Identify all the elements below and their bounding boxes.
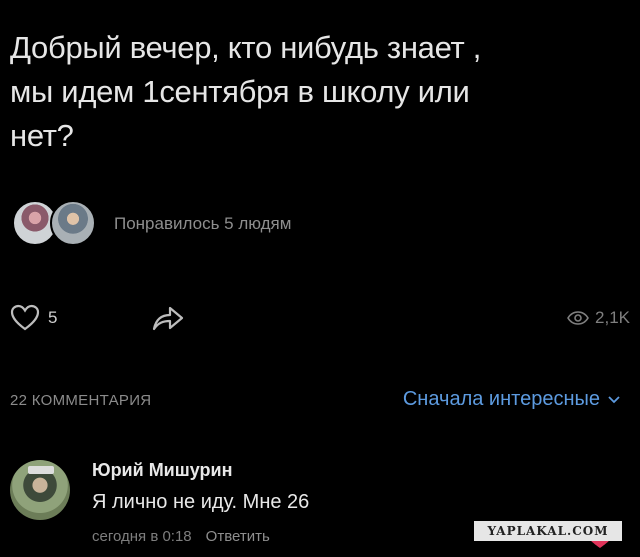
post-actions: 5 2,1K [10, 300, 630, 336]
share-icon [152, 306, 184, 331]
post-text: Добрый вечер, кто нибудь знает , мы идем… [10, 26, 610, 158]
post-text-line: мы идем 1сентября в школу или [10, 74, 470, 109]
share-button[interactable] [150, 300, 186, 336]
comments-header: 22 КОММЕНТАРИЯ Сначала интересные [10, 388, 630, 416]
comment-timestamp: сегодня в 0:18 [92, 528, 192, 545]
post-text-line: нет? [10, 118, 74, 153]
views-count: 2,1K [595, 308, 630, 327]
like-count: 5 [48, 308, 58, 327]
reply-button[interactable]: Ответить [206, 528, 270, 545]
sort-dropdown[interactable]: Сначала интересные [403, 388, 620, 411]
likes-summary-row[interactable]: Понравилось 5 людям [10, 200, 291, 248]
comments-count: 22 КОММЕНТАРИЯ [10, 392, 152, 409]
like-button[interactable]: 5 [10, 300, 57, 336]
comment-meta: сегодня в 0:18 Ответить [92, 528, 270, 545]
comment-author[interactable]: Юрий Мишурин [92, 460, 232, 481]
sort-label: Сначала интересные [402, 388, 600, 410]
views-counter: 2,1K [567, 300, 630, 336]
eye-icon [567, 311, 589, 325]
comment-text: Я лично не иду. Мне 26 [92, 491, 310, 513]
avatar-tag [28, 466, 54, 474]
avatar [50, 200, 96, 246]
likes-summary-text: Понравилось 5 людям [114, 214, 292, 233]
avatar[interactable] [10, 460, 70, 520]
chevron-down-icon [608, 395, 620, 403]
post-text-line: Добрый вечер, кто нибудь знает , [10, 30, 482, 65]
heart-icon [10, 304, 40, 331]
watermark-logo: YAPLAKAL.COM [474, 521, 622, 541]
liker-avatars [10, 200, 102, 248]
